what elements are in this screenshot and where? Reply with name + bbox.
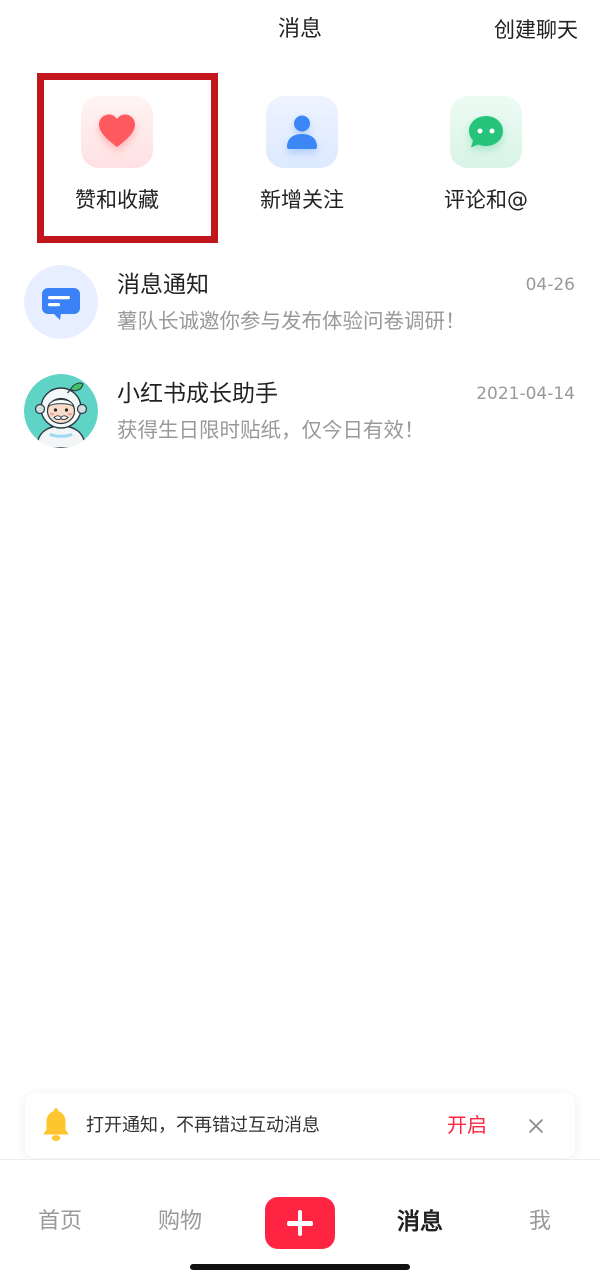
bottom-tab-bar: 首页 购物 消息 我 [0,1159,600,1279]
heart-icon [81,96,153,168]
category-label-followers: 新增关注 [260,188,344,212]
conversation-preview: 获得生日限时贴纸，仅今日有效！ [117,418,425,442]
tab-me[interactable]: 我 [480,1207,600,1237]
conversation-date: 2021-04-14 [476,384,575,404]
category-new-followers[interactable]: 新增关注 [237,96,367,220]
create-chat-button[interactable]: 创建聊天 [494,15,578,45]
notification-icon [24,265,98,339]
enable-notifications-button[interactable]: 开启 [447,1110,487,1140]
page-title: 消息 [277,17,322,42]
bell-icon [40,1107,72,1143]
astronaut-avatar [24,374,98,448]
tab-shopping[interactable]: 购物 [120,1207,240,1237]
conversation-item-growth-assistant[interactable]: 小红书成长助手 2021-04-14 获得生日限时贴纸，仅今日有效！ [0,359,600,468]
person-icon [266,96,338,168]
post-button[interactable] [265,1197,335,1249]
conversation-date: 04-26 [525,275,575,295]
chat-bubble-icon [450,96,522,168]
tab-messages[interactable]: 消息 [360,1207,480,1237]
plus-icon-vertical [297,1210,303,1236]
home-indicator [190,1264,410,1270]
category-label-comments: 评论和@ [444,188,528,212]
conversation-preview: 薯队长诚邀你参与发布体验问卷调研！ [117,309,466,333]
category-comments-and-mentions[interactable]: 评论和@ [421,96,551,220]
category-label-likes: 赞和收藏 [75,188,159,212]
notification-banner-text: 打开通知，不再错过互动消息 [86,1115,320,1136]
notification-banner: 打开通知，不再错过互动消息 开启 [25,1093,575,1158]
close-icon[interactable] [528,1118,544,1134]
tab-home[interactable]: 首页 [0,1207,120,1237]
conversation-title: 小红书成长助手 [117,381,278,407]
category-likes-and-favorites[interactable]: 赞和收藏 [52,96,182,220]
conversation-item-notifications[interactable]: 消息通知 04-26 薯队长诚邀你参与发布体验问卷调研！ [0,250,600,359]
conversation-title: 消息通知 [117,272,209,298]
